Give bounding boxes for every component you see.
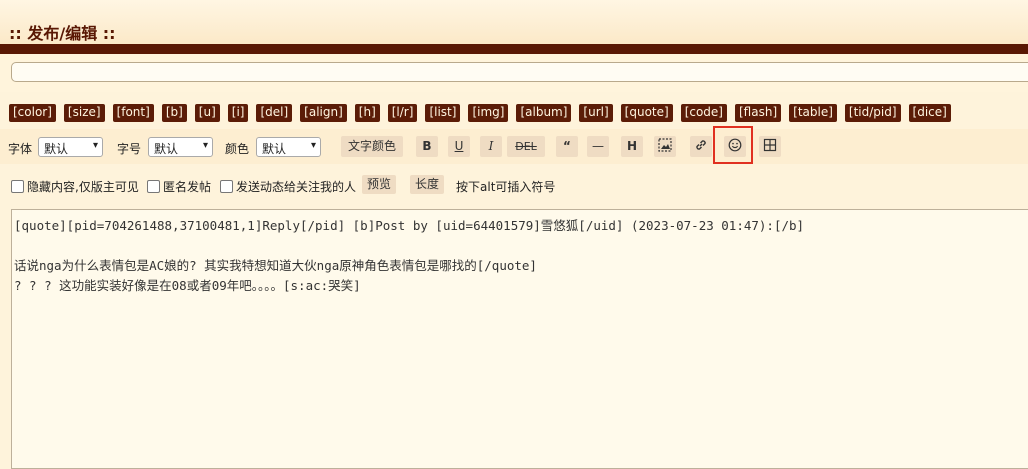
bbcode-tag-button[interactable]: [color] [9,104,56,122]
size-select[interactable]: 默认 ▾ [148,137,213,157]
send-feed-option[interactable]: 发送动态给关注我的人 [220,178,356,195]
bbcode-tag-button[interactable]: [list] [425,104,461,122]
editor-line: ? ? ? 这功能实装好像是在08或者09年吧。。。。[s:ac:哭笑] [14,278,361,293]
link-button[interactable] [690,136,712,157]
link-icon [696,140,706,150]
size-select-value: 默认 [154,142,179,156]
send-feed-label: 发送动态给关注我的人 [236,180,357,194]
bbcode-tag-button[interactable]: [code] [680,104,727,122]
hide-content-option[interactable]: 隐藏内容,仅版主可见 [11,178,139,195]
bbcode-tag-button[interactable]: [i] [227,104,249,122]
page-title: :: 发布/编辑 :: [9,24,116,43]
bbcode-tag-button[interactable]: [size] [63,104,105,122]
preview-button[interactable]: 预览 [362,175,397,194]
emoji-button-highlight [713,126,753,164]
underline-button[interactable]: U [448,136,470,157]
chevron-down-icon: ▾ [310,140,316,151]
send-feed-checkbox[interactable] [220,180,233,193]
subject-input[interactable] [11,62,1028,82]
title-bar [0,0,1028,44]
italic-button[interactable]: I [480,136,502,157]
bbcode-tag-button[interactable]: [table] [789,104,837,122]
font-select-value: 默认 [44,142,69,156]
table-icon [763,138,777,152]
bbcode-tag-button[interactable]: [img] [468,104,509,122]
quote-button[interactable]: “ [556,136,578,157]
horizontal-rule-button[interactable]: — [587,136,609,157]
size-label: 字号 [117,142,142,156]
length-button[interactable]: 长度 [410,175,445,194]
table-button[interactable] [759,136,781,157]
bbcode-tag-button[interactable]: [dice] [908,104,951,122]
image-icon [658,138,672,152]
title-divider [0,44,1028,54]
anonymous-checkbox[interactable] [147,180,160,193]
color-select[interactable]: 默认 ▾ [256,137,321,157]
bbcode-tag-button[interactable]: [url] [579,104,613,122]
image-button[interactable] [654,136,676,157]
bbcode-tag-button[interactable]: [tid/pid] [844,104,901,122]
alt-symbol-hint: 按下alt可插入符号 [456,180,556,194]
bbcode-tag-button[interactable]: [align] [300,104,347,122]
bbcode-tag-button[interactable]: [b] [161,104,187,122]
anonymous-label: 匿名发帖 [163,180,212,194]
editor-line: [quote][pid=704261488,37100481,1]Reply[/… [14,218,805,233]
chevron-down-icon: ▾ [92,140,98,151]
color-select-value: 默认 [262,142,287,156]
bbcode-tag-button[interactable]: [del] [256,104,293,122]
bbcode-tag-button[interactable]: [l/r] [387,104,418,122]
bold-button[interactable]: B [416,136,438,157]
font-label: 字体 [8,142,33,156]
hide-content-checkbox[interactable] [11,180,24,193]
strikethrough-button[interactable]: DEL [507,136,545,157]
bbcode-tag-button[interactable]: [album] [516,104,572,122]
anonymous-option[interactable]: 匿名发帖 [147,178,211,195]
hide-content-label: 隐藏内容,仅版主可见 [27,180,139,194]
font-select[interactable]: 默认 ▾ [38,137,103,157]
bbcode-tag-button[interactable]: [font] [112,104,154,122]
post-content-textarea[interactable] [11,209,1028,469]
bbcode-tag-button[interactable]: [h] [354,104,380,122]
bbcode-tag-button[interactable]: [flash] [735,104,782,122]
chevron-down-icon: ▾ [202,140,208,151]
bbcode-tag-button[interactable]: [quote] [620,104,673,122]
editor-line: 话说nga为什么表情包是AC娘的? 其实我特想知道大伙nga原神角色表情包是哪找… [14,258,537,273]
text-color-button[interactable]: 文字颜色 [341,136,403,157]
bbcode-tags: [color] [size] [font] [b] [u] [i] [del] [align]… [9,101,959,122]
color-label: 颜色 [225,142,250,156]
bbcode-tag-button[interactable]: [u] [194,104,220,122]
heading-button[interactable]: H [621,136,643,157]
